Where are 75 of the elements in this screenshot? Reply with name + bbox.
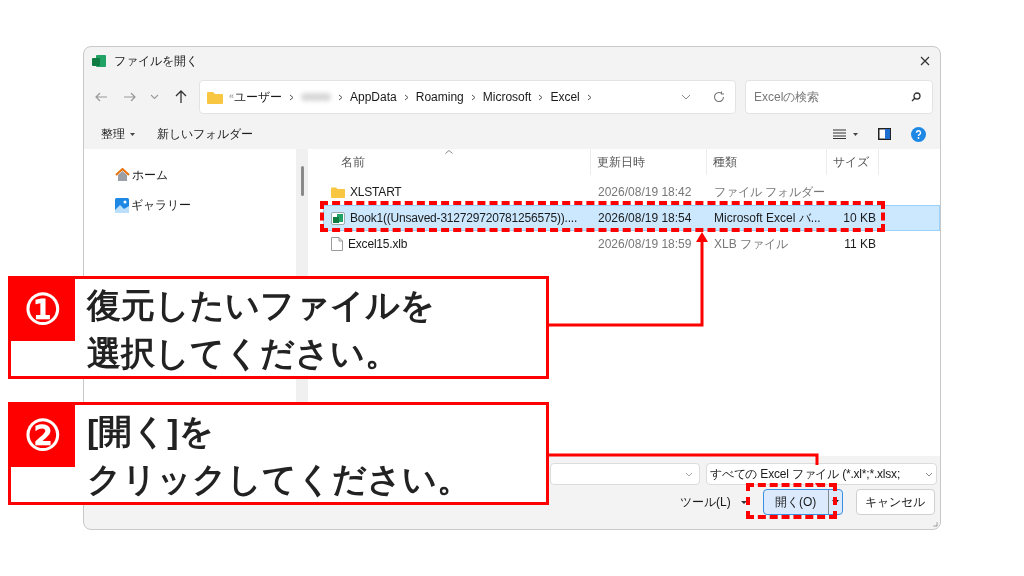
chevron-down-icon[interactable]	[150, 94, 159, 100]
column-header[interactable]: 名前	[323, 149, 591, 175]
preview-pane-icon[interactable]	[878, 128, 891, 140]
folder-icon	[207, 90, 223, 104]
file-size: 10 KB	[843, 211, 876, 225]
breadcrumb-item[interactable]: AppData	[350, 88, 397, 106]
file-row[interactable]: XLSTART 2026/08/19 18:42 ファイル フォルダー	[323, 179, 940, 205]
search-field[interactable]: Excelの検索	[745, 80, 933, 114]
window-title: ファイルを開く	[114, 53, 198, 70]
breadcrumb-item[interactable]: Roaming	[415, 88, 464, 106]
tools-button[interactable]: ツール(L)	[680, 493, 747, 511]
breadcrumb-item[interactable]: Microsoft	[482, 88, 532, 106]
resize-grip-icon	[932, 521, 938, 527]
open-button[interactable]: 開く(O)	[763, 490, 828, 514]
column-header[interactable]: 種類	[707, 149, 827, 175]
document-icon	[331, 237, 343, 251]
address-bar[interactable]: «ユーザー AppData Roaming Microsoft Excel	[199, 80, 736, 114]
scrollbar-thumb[interactable]	[300, 166, 304, 196]
column-header[interactable]: 更新日時	[591, 149, 707, 175]
step-number-badge: ①	[11, 279, 75, 341]
close-icon[interactable]	[920, 56, 930, 66]
redacted-mark	[301, 93, 331, 101]
file-name[interactable]: Book1((Unsaved-312729720781256575))....	[350, 209, 578, 227]
list-view-icon[interactable]	[833, 129, 846, 139]
file-date: 2026/08/19 18:59	[597, 236, 693, 253]
chevron-down-icon	[685, 471, 693, 477]
file-date: 2026/08/19 18:42	[597, 184, 693, 201]
chevron-right-icon	[403, 93, 409, 101]
open-split-button[interactable]: 開く(O)	[762, 489, 843, 515]
excel-icon	[92, 54, 106, 68]
file-type: XLB ファイル	[713, 236, 789, 253]
toolbar-button[interactable]: 整理	[101, 125, 135, 143]
dropdown-button[interactable]	[827, 490, 842, 514]
chevron-down-icon	[925, 471, 933, 477]
toolbar-button[interactable]: 新しいフォルダー	[157, 125, 253, 143]
chevron-right-icon	[338, 93, 343, 101]
excel-file-icon	[331, 211, 345, 225]
gallery-icon	[115, 197, 129, 213]
home-icon	[115, 168, 130, 182]
caret-down-icon[interactable]	[853, 132, 858, 136]
file-row[interactable]: Excel15.xlb 2026/08/19 18:59 XLB ファイル 11 KB	[323, 231, 940, 257]
file-row[interactable]: Book1((Unsaved-312729720781256575)).... 2026/08/19 18:54 Microsoft Excel バ... 10 KB	[323, 205, 940, 231]
refresh-icon[interactable]	[713, 91, 725, 103]
caret-down-icon	[831, 500, 839, 504]
chevron-right-icon	[538, 93, 544, 101]
instruction-text: 復元したいファイルを 選択してください。	[87, 285, 435, 374]
column-header[interactable]: サイズ	[827, 149, 879, 175]
instruction-text: [開く]を クリックしてください。	[87, 411, 471, 500]
back-arrow-icon[interactable]	[95, 91, 108, 103]
step-number-badge: ②	[11, 405, 75, 467]
cancel-button[interactable]: キャンセル	[855, 489, 935, 515]
nav-item[interactable]: ホーム	[115, 161, 296, 189]
chevron-right-icon	[289, 93, 294, 101]
file-date: 2026/08/19 18:54	[597, 210, 693, 227]
caret-down-icon	[740, 500, 747, 504]
folder-icon	[331, 186, 345, 198]
file-size: 11 KB	[844, 237, 876, 251]
forward-arrow-icon[interactable]	[123, 91, 136, 103]
chevron-right-icon	[470, 93, 476, 101]
file-type: ファイル フォルダー	[713, 184, 827, 201]
file-type: Microsoft Excel バ...	[713, 210, 822, 227]
dropdown-chevron-icon[interactable]	[681, 94, 691, 100]
file-name[interactable]: XLSTART	[350, 183, 402, 201]
file-name-field[interactable]	[550, 463, 700, 485]
file-name[interactable]: Excel15.xlb	[348, 235, 408, 253]
help-icon[interactable]	[911, 126, 926, 142]
file-type-dropdown[interactable]: すべての Excel ファイル (*.xl*;*.xlsx;	[706, 463, 937, 485]
overflow-chevron[interactable]: «	[229, 90, 234, 104]
sort-caret-icon	[445, 150, 453, 154]
breadcrumb-item[interactable]: Excel	[550, 88, 580, 106]
search-icon	[911, 92, 921, 102]
breadcrumb-item[interactable]: ユーザー	[234, 88, 282, 106]
chevron-right-icon	[586, 93, 592, 101]
up-arrow-icon[interactable]	[175, 90, 187, 104]
nav-item[interactable]: ギャラリー	[115, 191, 296, 219]
